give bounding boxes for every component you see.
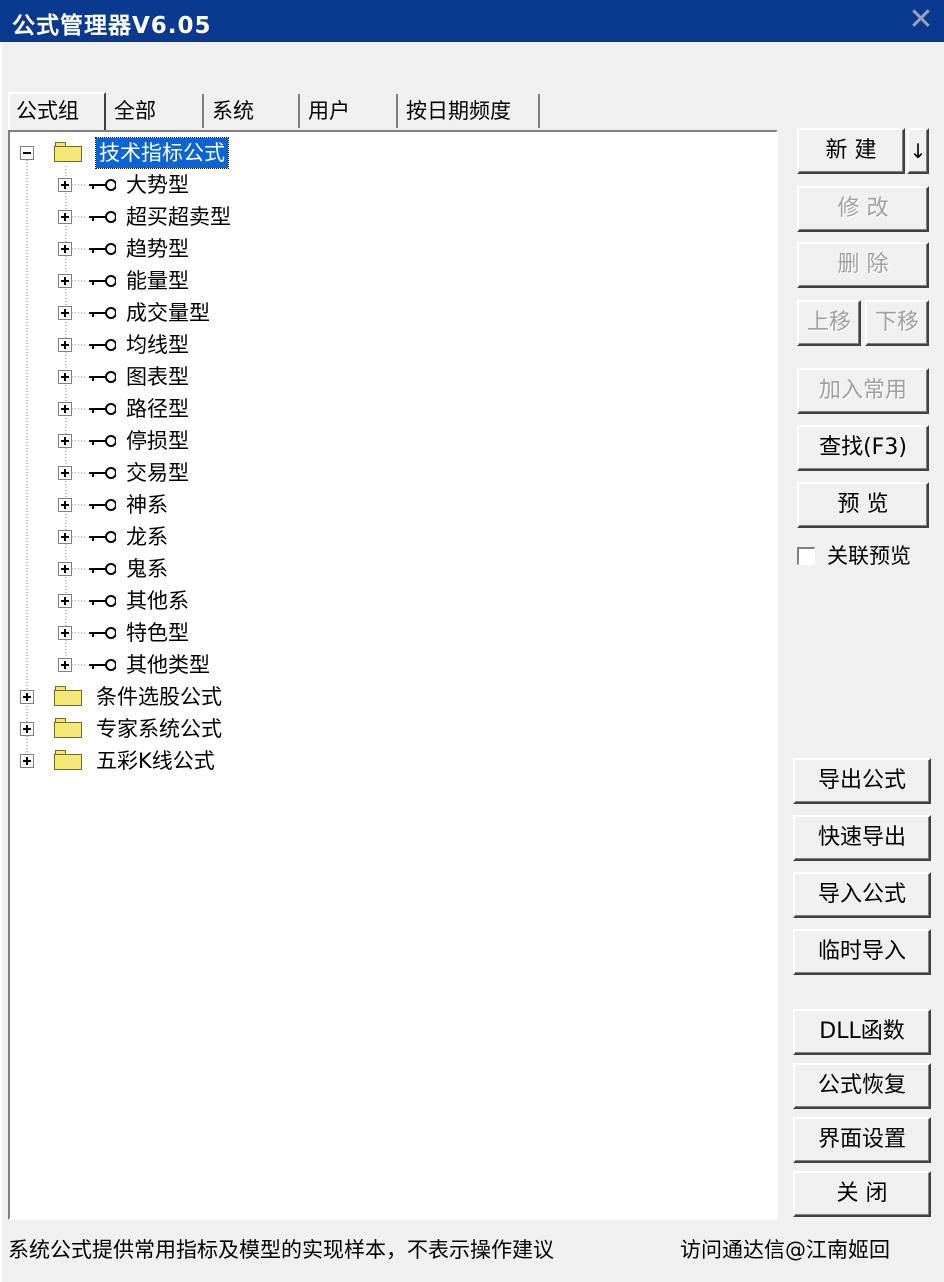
preview-button[interactable]: 预 览: [797, 482, 929, 528]
expand-icon[interactable]: [58, 658, 72, 672]
tree-node-label: 能量型: [126, 269, 189, 293]
status-watermark: 访问通达信@江南姬回: [680, 1238, 890, 1262]
expand-icon[interactable]: [58, 562, 72, 576]
export-formula-button[interactable]: 导出公式: [793, 758, 931, 804]
tree-node-label: 停损型: [126, 429, 189, 453]
tab-all[interactable]: 全部: [108, 94, 204, 128]
tree-node-label: 特色型: [126, 621, 189, 645]
close-icon[interactable]: ✕: [906, 4, 936, 36]
key-icon: [89, 531, 116, 543]
tab-system[interactable]: 系统: [206, 94, 300, 128]
tree-node-label: 鬼系: [126, 557, 168, 581]
key-icon: [89, 403, 116, 415]
key-icon: [89, 659, 116, 671]
expand-icon[interactable]: [20, 754, 34, 768]
tree-node-label: 趋势型: [126, 237, 189, 261]
temporary-import-button[interactable]: 临时导入: [793, 929, 931, 975]
expand-icon[interactable]: [58, 178, 72, 192]
window-title: 公式管理器V6.05: [12, 13, 212, 39]
tab-user[interactable]: 用户: [302, 94, 398, 128]
tree-node-label: 五彩K线公式: [96, 749, 215, 773]
title-bar: 公式管理器V6.05 ✕: [0, 0, 944, 42]
tree-node-label: 神系: [126, 493, 168, 517]
tree-node-label: 路径型: [126, 397, 189, 421]
move-up-button[interactable]: 上移: [797, 300, 861, 346]
tree-node-label: 均线型: [126, 333, 189, 357]
formula-tree[interactable]: 技术指标公式 大势型超买超卖型趋势型能量型成交量型均线型图表型路径型停损型交易型…: [8, 130, 778, 1220]
folder-icon: [54, 142, 82, 162]
tab-formula-group[interactable]: 公式组: [8, 92, 106, 130]
tree-node-label: 其他系: [126, 589, 189, 613]
folder-icon: [54, 686, 82, 706]
expand-icon[interactable]: [58, 498, 72, 512]
expand-icon[interactable]: [58, 338, 72, 352]
tree-connector-lines: [26, 160, 86, 760]
tree-node-label: 图表型: [126, 365, 189, 389]
tree-node-label: 专家系统公式: [96, 717, 222, 741]
status-bar: 系统公式提供常用指标及模型的实现样本，不表示操作建议 访问通达信@江南姬回: [0, 1222, 944, 1282]
expand-icon[interactable]: [58, 434, 72, 448]
find-button[interactable]: 查找(F3): [797, 425, 929, 471]
dll-functions-button[interactable]: DLL函数: [793, 1009, 931, 1055]
tab-by-date-frequency[interactable]: 按日期频度: [400, 94, 540, 128]
key-icon: [89, 179, 116, 191]
tree-node-label: 成交量型: [126, 301, 210, 325]
expand-icon[interactable]: [58, 626, 72, 640]
tree-node-label: 龙系: [126, 525, 168, 549]
linked-preview-checkbox[interactable]: [797, 547, 815, 565]
tree-node-label: 大势型: [126, 173, 189, 197]
expand-icon[interactable]: [58, 210, 72, 224]
key-icon: [89, 211, 116, 223]
delete-button[interactable]: 删 除: [797, 242, 929, 288]
move-down-button[interactable]: 下移: [865, 300, 929, 346]
tree-node-label: 其他类型: [126, 653, 210, 677]
expand-icon[interactable]: [58, 594, 72, 608]
expand-icon[interactable]: [58, 274, 72, 288]
key-icon: [89, 371, 116, 383]
tree-node-label: 技术指标公式: [95, 137, 229, 169]
quick-export-button[interactable]: 快速导出: [793, 815, 931, 861]
folder-icon: [54, 718, 82, 738]
expand-icon[interactable]: [58, 306, 72, 320]
key-icon: [89, 499, 116, 511]
expand-icon[interactable]: [58, 530, 72, 544]
tree-node-label: 超买超卖型: [126, 205, 231, 229]
key-icon: [89, 435, 116, 447]
key-icon: [89, 339, 116, 351]
add-to-common-button[interactable]: 加入常用: [797, 368, 929, 414]
tree-node-label: 交易型: [126, 461, 189, 485]
collapse-icon[interactable]: [20, 146, 34, 160]
key-icon: [89, 563, 116, 575]
interface-settings-button[interactable]: 界面设置: [793, 1117, 931, 1163]
key-icon: [89, 243, 116, 255]
tree-node-label: 条件选股公式: [96, 685, 222, 709]
expand-icon[interactable]: [58, 370, 72, 384]
expand-icon[interactable]: [58, 242, 72, 256]
status-message: 系统公式提供常用指标及模型的实现样本，不表示操作建议: [8, 1238, 554, 1262]
key-icon: [89, 595, 116, 607]
linked-preview-label: 关联预览: [827, 544, 911, 568]
expand-icon[interactable]: [20, 722, 34, 736]
key-icon: [89, 275, 116, 287]
key-icon: [89, 627, 116, 639]
expand-icon[interactable]: [58, 466, 72, 480]
new-dropdown-button[interactable]: ↓: [907, 128, 929, 174]
folder-icon: [54, 750, 82, 770]
expand-icon[interactable]: [58, 402, 72, 416]
restore-formula-button[interactable]: 公式恢复: [793, 1063, 931, 1109]
close-button[interactable]: 关 闭: [793, 1171, 931, 1217]
key-icon: [89, 467, 116, 479]
expand-icon[interactable]: [20, 690, 34, 704]
new-button[interactable]: 新 建: [797, 128, 905, 174]
import-formula-button[interactable]: 导入公式: [793, 872, 931, 918]
modify-button[interactable]: 修 改: [797, 186, 929, 232]
key-icon: [89, 307, 116, 319]
